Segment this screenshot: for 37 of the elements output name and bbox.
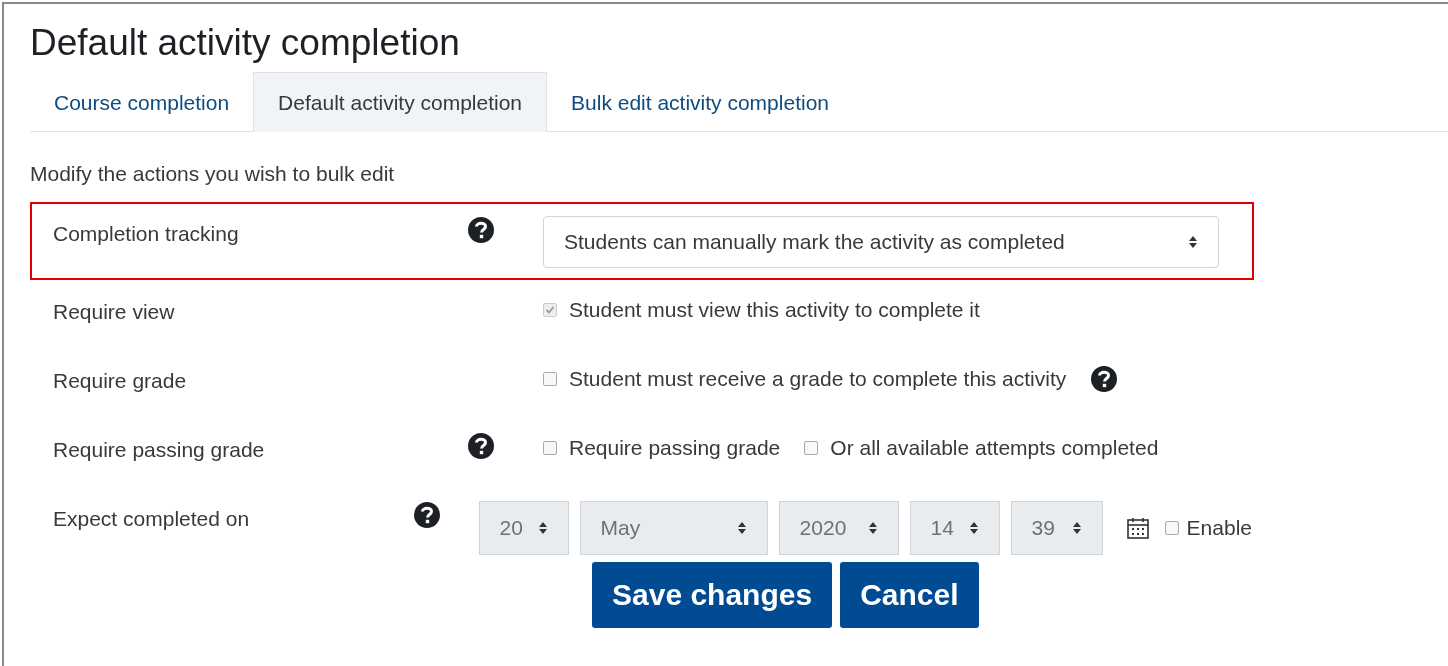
checkbox[interactable] [804,440,819,455]
sort-caret-icon [537,520,548,535]
field-label: Completion tracking [53,220,240,247]
checkbox-label: Student must receive a grade to complete this activity [569,365,1067,392]
date-value: May [600,515,641,541]
help-icon[interactable] [1090,364,1119,393]
checkbox-label: Require passing grade [569,434,781,461]
checkbox-label: Student must view this activity to complete it [569,296,980,323]
tab[interactable]: Default activity completion [253,72,548,133]
sort-caret-icon [1188,234,1198,249]
field-label: Require grade [53,367,188,394]
sort-caret-icon [867,520,878,535]
date-value: 39 [1031,515,1055,541]
save-button[interactable]: Save changes [592,561,833,628]
checkbox[interactable] [543,371,557,386]
field-label: Require view [53,298,176,325]
help-icon[interactable] [467,431,495,460]
tab[interactable]: Bulk edit activity completion [547,72,853,133]
checkbox-label: Enable [1186,515,1252,541]
help-icon[interactable] [467,215,495,244]
select-value: Students can manually mark the activity as completed [564,229,1065,255]
sort-caret-icon [1071,520,1082,535]
calendar-icon[interactable] [1125,515,1150,540]
tab[interactable]: Course completion [30,72,254,133]
date-value: 20 [499,515,523,541]
date-value: 2020 [799,515,847,541]
field-label: Require passing grade [53,436,266,463]
field-label: Expect completed on [53,505,251,532]
cancel-button[interactable]: Cancel [840,561,979,628]
page-title: Default activity completion [30,21,461,65]
date-value: 14 [930,515,954,541]
select-field[interactable]: Students can manually mark the activity as completed [543,215,1219,268]
checkbox-label: Or all available attempts completed [830,434,1159,461]
sort-caret-icon [968,520,979,535]
intro-text: Modify the actions you wish to bulk edit [30,161,396,188]
sort-caret-icon [736,520,747,535]
checkbox[interactable] [543,440,557,455]
